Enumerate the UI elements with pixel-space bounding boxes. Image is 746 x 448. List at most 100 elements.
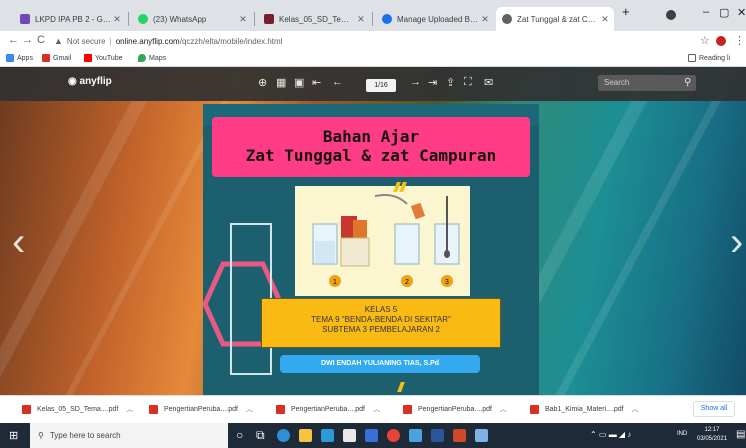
previous-page-icon[interactable]: ← (332, 76, 343, 88)
file-explorer-icon[interactable] (299, 429, 312, 442)
system-tray-icons[interactable]: ⌃ ▭ ▬ ◢ ♪ (590, 430, 631, 439)
task-view-icon[interactable]: ⧉ (256, 428, 265, 443)
powerpoint-icon[interactable] (453, 429, 466, 442)
author-banner: DWI ENDAH YULIANING TIAS, S.Pd (280, 355, 480, 373)
briefcase-icon[interactable] (343, 429, 356, 442)
single-page-icon[interactable]: ▣ (294, 76, 304, 89)
download-item[interactable]: PengertianPeruba....pdf ︿ (149, 404, 253, 414)
maximize-button[interactable]: ▢ (719, 6, 729, 19)
taskbar-search-input[interactable]: ⚲ Type here to search (30, 423, 228, 448)
tab-label: Zat Tunggal & zat Campuran (517, 14, 599, 24)
next-page-icon[interactable]: → (410, 76, 421, 88)
experiment-illustration: 1 2 3 (295, 186, 470, 296)
kelas-text: KELAS 5 (364, 305, 398, 314)
reload-icon[interactable]: C (37, 34, 45, 46)
bookmark-gmail[interactable]: Gmail (42, 54, 71, 62)
extension-icon[interactable] (716, 36, 726, 46)
clock[interactable]: 12:17 03/05/2021 (697, 426, 727, 444)
page-number-input[interactable]: 1/16 (366, 79, 396, 92)
address-bar[interactable]: ▲ Not secure | online.anyflip.com /qczzh… (54, 33, 684, 49)
download-item[interactable]: PengertianPeruba....pdf ︿ (276, 404, 380, 414)
glasses-spoon-illustration: 1 2 3 (312, 194, 460, 287)
bookmark-maps[interactable]: Maps (138, 54, 166, 62)
tab-google-forms[interactable]: LKPD IPA PB 2 - Google Forms ✕ (14, 7, 126, 31)
chevron-up-icon[interactable]: ︿ (246, 404, 253, 414)
close-icon[interactable]: ✕ (355, 14, 367, 25)
download-item[interactable]: Kelas_05_SD_Tema....pdf ︿ (22, 404, 133, 414)
close-icon[interactable]: ✕ (237, 14, 249, 25)
pdf-icon (403, 404, 412, 414)
tab-manage-books[interactable]: Manage Uploaded Books | A ✕ (376, 7, 494, 31)
search-icon: ⚲ (38, 431, 44, 440)
cortana-icon[interactable]: ○ (236, 428, 243, 442)
google-forms-icon (20, 14, 30, 24)
share-icon[interactable]: ⇪ (446, 76, 455, 89)
class-info-box: KELAS 5 TEMA 9 "BENDA-BENDA DI SEKITAR" … (261, 298, 501, 348)
chevron-up-icon[interactable]: ︿ (126, 404, 133, 414)
menu-icon[interactable]: ⋮ (734, 34, 745, 47)
fullscreen-icon[interactable]: ⛶ (464, 76, 472, 89)
tema-text: TEMA 9 "BENDA-BENDA DI SEKITAR" (311, 315, 451, 324)
anyflip-logo[interactable]: ◉ anyflip (68, 76, 112, 87)
tab-label: Manage Uploaded Books | A (397, 14, 479, 24)
tab-kelas-05[interactable]: Kelas_05_SD_Tematik_9_Benda ✕ (258, 7, 370, 31)
download-item[interactable]: Bab1_Kimia_Materi....pdf ︿ (530, 404, 639, 414)
page-title-line2: Zat Tunggal & zat Campuran (245, 146, 497, 165)
gmail-icon (42, 54, 50, 62)
tab-whatsapp[interactable]: (23) WhatsApp ✕ (132, 7, 252, 31)
tab-zat-tunggal[interactable]: Zat Tunggal & zat Campuran ✕ (496, 7, 614, 31)
tab-label: Kelas_05_SD_Tematik_9_Benda (279, 14, 355, 24)
zoom-in-icon[interactable]: ⊕ (258, 76, 267, 89)
forward-arrow-icon[interactable]: → (22, 34, 33, 46)
chevron-up-icon[interactable]: ︿ (632, 404, 639, 414)
last-page-icon[interactable]: ⇥ (428, 76, 437, 89)
download-filename: PengertianPeruba....pdf (164, 405, 238, 413)
mail-icon[interactable]: ✉ (484, 76, 493, 89)
prev-page-arrow[interactable]: ‹ (12, 222, 25, 262)
pdf-icon (149, 404, 158, 414)
edge-icon[interactable] (277, 429, 290, 442)
download-item[interactable]: PengertianPeruba....pdf ︿ (403, 404, 507, 414)
thumbnails-icon[interactable]: ▦ (276, 76, 286, 89)
paint-icon[interactable] (475, 429, 488, 442)
chevron-up-icon[interactable]: ︿ (373, 404, 380, 414)
bookmark-apps[interactable]: Apps (6, 54, 33, 62)
step-number: 2 (405, 279, 409, 286)
bookmark-label: Gmail (53, 54, 72, 62)
logo-text: anyflip (79, 76, 112, 87)
minimize-button[interactable]: – (703, 6, 709, 18)
first-page-icon[interactable]: ⇤ (312, 76, 321, 89)
close-icon[interactable]: ✕ (111, 14, 123, 25)
search-icon[interactable]: ⚲ (684, 77, 691, 88)
notification-icon[interactable]: ▤ (736, 429, 745, 440)
warning-icon: ▲ (54, 36, 63, 46)
tab-strip: LKPD IPA PB 2 - Google Forms ✕ (23) What… (0, 0, 746, 31)
flipbook-search-input[interactable]: Search (598, 75, 696, 91)
back-arrow-icon[interactable]: ← (8, 34, 19, 46)
photos-icon[interactable] (409, 429, 422, 442)
store-icon[interactable] (321, 429, 334, 442)
chrome-icon[interactable] (387, 429, 400, 442)
close-window-button[interactable]: ✕ (737, 6, 746, 19)
bookmarks-bar: Apps Gmail YouTube Maps Reading li (0, 51, 746, 67)
chevron-up-icon[interactable]: ︿ (500, 404, 507, 414)
bookmark-youtube[interactable]: YouTube (84, 54, 123, 62)
clock-time: 12:17 (704, 427, 720, 433)
star-icon[interactable]: ☆ (700, 34, 710, 47)
dropbox-icon[interactable] (365, 429, 378, 442)
windows-taskbar: ⊞ ⚲ Type here to search ○ ⧉ ⌃ ▭ ▬ ◢ ♪ IN… (0, 423, 746, 448)
profile-avatar[interactable] (666, 10, 676, 20)
language-indicator[interactable]: IND (677, 431, 687, 437)
new-tab-button[interactable]: + (622, 4, 630, 19)
security-label: Not secure (66, 36, 106, 46)
close-icon[interactable]: ✕ (599, 14, 611, 25)
tab-divider (372, 12, 373, 26)
word-icon[interactable] (431, 429, 444, 442)
next-page-arrow[interactable]: › (730, 222, 743, 262)
apps-grid-icon (6, 54, 14, 62)
show-all-button[interactable]: Show all (693, 401, 735, 417)
reading-list-button[interactable]: Reading li (688, 54, 730, 62)
browser-toolbar: ← → C ▲ Not secure | online.anyflip.com … (0, 31, 746, 51)
windows-start-icon[interactable]: ⊞ (9, 429, 18, 442)
close-icon[interactable]: ✕ (479, 14, 491, 25)
